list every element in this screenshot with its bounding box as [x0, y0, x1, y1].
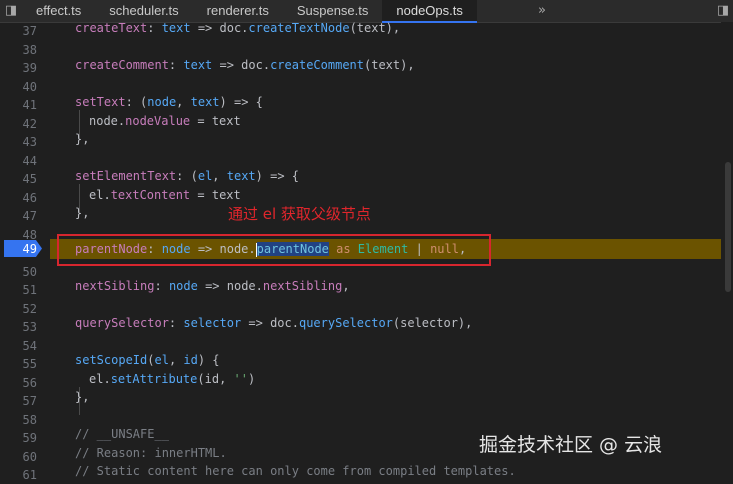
code-line-60: // Reason: innerHTML.: [75, 445, 227, 460]
annotation-highlight-box: [57, 234, 491, 266]
code-line-55: setScopeId(el, id) {: [75, 353, 220, 367]
code-line-39: createComment: text => doc.createComment…: [75, 58, 415, 72]
more-tabs-icon[interactable]: »: [533, 0, 551, 22]
split-editor-icon[interactable]: ◨: [714, 0, 732, 22]
collapse-panel-icon[interactable]: ◨: [2, 0, 20, 22]
code-line-61: // Static content here can only come fro…: [75, 464, 516, 478]
scrollbar-thumb[interactable]: [725, 162, 731, 292]
code-line-47: },: [75, 206, 90, 220]
code-line-59: // __UNSAFE__: [75, 427, 169, 441]
code-line-42: node.nodeValue = text: [89, 113, 241, 128]
code-line-43: },: [75, 132, 90, 146]
code-line-51: nextSibling: node => node.nextSibling,: [75, 279, 350, 293]
vertical-scrollbar[interactable]: [721, 22, 733, 476]
code-line-37: createText: text => doc.createTextNode(t…: [75, 21, 401, 35]
code-line-41: setText: (node, text) => {: [75, 95, 263, 109]
code-line-56: el.setAttribute(id, ''): [89, 371, 256, 386]
code-line-46: el.textContent = text: [89, 187, 241, 202]
watermark: 掘金技术社区 @ 云浪: [479, 434, 663, 456]
code-line-57: },: [75, 390, 90, 404]
code-line-45: setElementText: (el, text) => {: [75, 169, 300, 183]
code-line-53: querySelector: selector => doc.querySele…: [75, 316, 473, 330]
annotation-label: 通过 el 获取父级节点: [228, 205, 371, 223]
